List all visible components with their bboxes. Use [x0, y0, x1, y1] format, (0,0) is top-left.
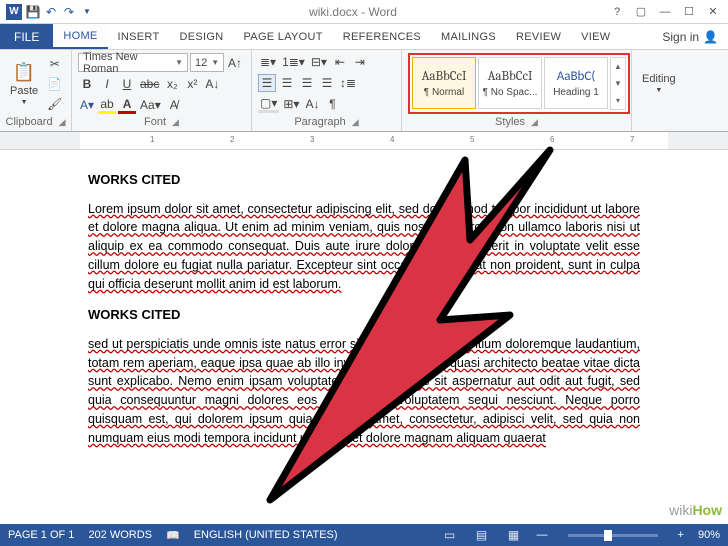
paragraph-group-label: Paragraph	[294, 116, 345, 128]
styles-more-button[interactable]: ▲▼▾	[610, 57, 626, 110]
sort-icon[interactable]: A↓	[303, 95, 321, 113]
help-icon[interactable]: ?	[606, 3, 628, 21]
italic-button[interactable]: I	[98, 75, 116, 93]
borders-icon[interactable]: ⊞▾	[281, 95, 301, 113]
styles-gallery-highlight: AaBbCcI ¶ Normal AaBbCcI ¶ No Spac... Aa…	[408, 53, 630, 114]
superscript-button[interactable]: x²	[183, 75, 201, 93]
style-normal[interactable]: AaBbCcI ¶ Normal	[412, 57, 476, 109]
print-layout-icon[interactable]: ▤	[473, 528, 491, 542]
paste-button[interactable]: 📋 Paste ▼	[6, 53, 42, 114]
ribbon-options-icon[interactable]: ▢	[630, 3, 652, 21]
heading-works-cited-2: WORKS CITED	[88, 305, 640, 325]
multilevel-icon[interactable]: ⊟▾	[309, 53, 329, 71]
font-launcher-icon[interactable]: ◢	[172, 117, 179, 128]
document-area[interactable]: WORKS CITED Lorem ipsum dolor sit amet, …	[0, 150, 728, 524]
zoom-slider[interactable]	[568, 534, 658, 537]
cut-icon[interactable]: ✂	[45, 55, 64, 73]
font-group-label: Font	[144, 116, 166, 128]
qat-customize-icon[interactable]: ▼	[80, 5, 94, 19]
numbering-icon[interactable]: 1≣▾	[280, 53, 307, 71]
clipboard-launcher-icon[interactable]: ◢	[59, 117, 66, 128]
close-icon[interactable]: ✕	[702, 3, 724, 21]
show-hide-icon[interactable]: ¶	[323, 95, 341, 113]
word-count[interactable]: 202 WORDS	[88, 529, 152, 541]
tab-insert[interactable]: INSERT	[108, 24, 170, 49]
ribbon: 📋 Paste ▼ ✂ 📄 🖌 Clipboard ◢ Times New Rom…	[0, 50, 728, 132]
window-title: wiki.docx - Word	[100, 5, 606, 19]
language-indicator[interactable]: ENGLISH (UNITED STATES)	[194, 529, 338, 541]
tab-references[interactable]: REFERENCES	[333, 24, 431, 49]
underline-button[interactable]: U	[118, 75, 136, 93]
maximize-icon[interactable]: ☐	[678, 3, 700, 21]
user-icon: 👤	[703, 30, 718, 44]
undo-icon[interactable]: ↶	[44, 5, 58, 19]
tab-page-layout[interactable]: PAGE LAYOUT	[233, 24, 332, 49]
subscript-button[interactable]: x₂	[163, 75, 181, 93]
align-right-icon[interactable]: ☰	[298, 74, 316, 92]
read-mode-icon[interactable]: ▭	[441, 528, 459, 542]
text-effects-icon[interactable]: A▾	[78, 96, 96, 114]
editing-button[interactable]: Editing▼	[638, 53, 680, 114]
tab-home[interactable]: HOME	[53, 24, 107, 49]
shrink-font-icon[interactable]: A↓	[203, 75, 221, 93]
tab-design[interactable]: DESIGN	[170, 24, 234, 49]
line-spacing-icon[interactable]: ↕≣	[338, 74, 358, 92]
font-color-icon[interactable]: A	[118, 96, 136, 114]
heading-works-cited-1: WORKS CITED	[88, 170, 640, 190]
change-case-icon[interactable]: Aa▾	[138, 96, 163, 114]
wikihow-watermark: wikiHow	[669, 502, 722, 518]
style-heading-1[interactable]: AaBbC( Heading 1	[544, 57, 608, 109]
paragraph-2: sed ut perspiciatis unde omnis iste natu…	[88, 335, 640, 448]
grow-font-icon[interactable]: A↑	[226, 54, 244, 72]
tab-view[interactable]: VIEW	[571, 24, 620, 49]
redo-icon[interactable]: ↷	[62, 5, 76, 19]
bullets-icon[interactable]: ≣▾	[258, 53, 278, 71]
font-size-combo[interactable]: 12▼	[190, 53, 224, 72]
strikethrough-button[interactable]: abc	[138, 75, 161, 93]
font-name-combo[interactable]: Times New Roman▼	[78, 53, 188, 72]
justify-icon[interactable]: ☰	[318, 74, 336, 92]
horizontal-ruler[interactable]: 1 2 3 4 5 6 7	[0, 132, 728, 150]
ribbon-tabs: FILE HOME INSERT DESIGN PAGE LAYOUT REFE…	[0, 24, 728, 50]
clear-formatting-icon[interactable]: A̸	[165, 96, 183, 114]
bold-button[interactable]: B	[78, 75, 96, 93]
save-icon[interactable]: 💾	[26, 5, 40, 19]
increase-indent-icon[interactable]: ⇥	[351, 53, 369, 71]
format-painter-icon[interactable]: 🖌	[45, 95, 64, 113]
document-page[interactable]: WORKS CITED Lorem ipsum dolor sit amet, …	[0, 158, 728, 447]
align-left-icon[interactable]: ☰	[258, 74, 276, 92]
title-bar: W 💾 ↶ ↷ ▼ wiki.docx - Word ? ▢ — ☐ ✕	[0, 0, 728, 24]
zoom-out-icon[interactable]: —	[537, 529, 548, 541]
styles-group-label: Styles	[495, 116, 525, 128]
page-indicator[interactable]: PAGE 1 OF 1	[8, 529, 74, 541]
clipboard-icon: 📋	[13, 62, 35, 83]
minimize-icon[interactable]: —	[654, 3, 676, 21]
shading-icon[interactable]: ▢▾	[258, 95, 279, 113]
tab-file[interactable]: FILE	[0, 24, 53, 49]
paragraph-1: Lorem ipsum dolor sit amet, consectetur …	[88, 200, 640, 294]
style-no-spacing[interactable]: AaBbCcI ¶ No Spac...	[478, 57, 542, 109]
clipboard-group-label: Clipboard	[6, 116, 53, 128]
align-center-icon[interactable]: ☰	[278, 74, 296, 92]
styles-launcher-icon[interactable]: ◢	[531, 117, 538, 128]
copy-icon[interactable]: 📄	[45, 75, 64, 93]
proofing-icon[interactable]: 📖	[166, 529, 180, 542]
highlight-icon[interactable]: ab	[98, 96, 116, 114]
tab-mailings[interactable]: MAILINGS	[431, 24, 506, 49]
tab-review[interactable]: REVIEW	[506, 24, 571, 49]
word-app-icon: W	[6, 4, 22, 20]
zoom-level[interactable]: 90%	[698, 529, 720, 541]
sign-in-link[interactable]: Sign in👤	[652, 24, 728, 49]
paragraph-launcher-icon[interactable]: ◢	[352, 117, 359, 128]
zoom-in-icon[interactable]: +	[678, 529, 684, 541]
web-layout-icon[interactable]: ▦	[505, 528, 523, 542]
decrease-indent-icon[interactable]: ⇤	[331, 53, 349, 71]
status-bar: PAGE 1 OF 1 202 WORDS 📖 ENGLISH (UNITED …	[0, 524, 728, 546]
